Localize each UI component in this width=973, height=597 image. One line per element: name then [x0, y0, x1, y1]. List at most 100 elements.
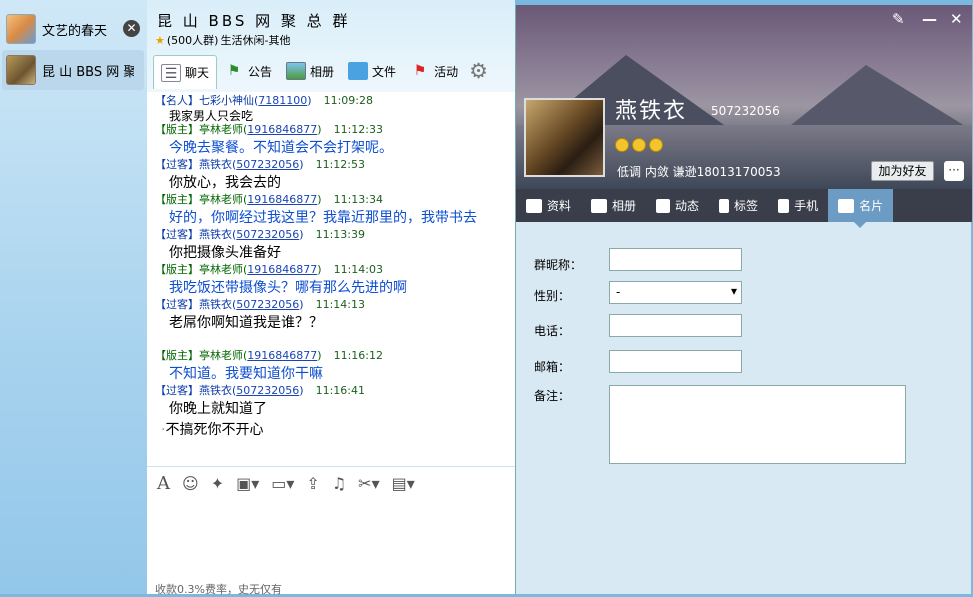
brush-icon[interactable]: ✎ — [892, 11, 905, 27]
list-item: 【过客】燕铁衣(507232056) 11:12:53 你放心，我会去的 — [155, 158, 515, 194]
scissors-icon[interactable]: ✂▾ — [358, 474, 379, 493]
folder-icon — [348, 62, 369, 80]
note-field[interactable] — [609, 385, 906, 464]
gender-select[interactable]: - — [609, 281, 742, 304]
sender-role: 【版主】 — [155, 349, 199, 362]
tab-tags[interactable]: 标签 — [709, 189, 768, 222]
sender-role: 【版主】 — [155, 193, 199, 206]
sender-id[interactable]: 1916846877 — [247, 193, 317, 206]
close-icon[interactable]: ✕ — [950, 11, 963, 27]
sender-name[interactable]: 亭林老师 — [199, 193, 243, 206]
tab-files[interactable]: 文件 — [341, 55, 403, 87]
message-header: 【名人】七彩小神仙(7181100) 11:09:28 — [155, 94, 373, 107]
add-friend-button[interactable]: 加为好友 — [871, 161, 934, 181]
tab-label: 公告 — [248, 64, 273, 79]
profile-panel: ✎ — ✕ 燕铁衣 507232056 低调 内敛 谦逊18013170053 … — [515, 5, 972, 594]
message-header: 【版主】亭林老师(1916846877) 11:14:03 — [155, 263, 383, 276]
tab-label: 标签 — [734, 199, 759, 213]
message-time: 11:13:34 — [333, 193, 383, 206]
list-item: 【版主】亭林老师(1916846877) 11:16:12 不知道。我要知道你干嘛 — [155, 349, 515, 385]
level-icons — [615, 138, 663, 152]
magic-icon[interactable]: ✦ — [211, 474, 224, 493]
sender-name[interactable]: 燕铁衣 — [199, 298, 232, 311]
close-icon[interactable]: ✕ — [123, 20, 140, 37]
card-icon — [838, 198, 855, 213]
minimize-icon[interactable]: — — [922, 11, 937, 27]
album-icon — [591, 198, 608, 213]
sender-id[interactable]: 507232056 — [236, 228, 299, 241]
sender-name[interactable]: 燕铁衣 — [199, 384, 232, 397]
message-header: 【过客】燕铁衣(507232056) 11:14:13 — [155, 298, 365, 311]
sender-id[interactable]: 507232056 — [236, 384, 299, 397]
sender-name[interactable]: 七彩小神仙 — [199, 94, 254, 107]
tab-chat[interactable]: ☰ 聊天 — [153, 55, 218, 89]
sender-id[interactable]: 1916846877 — [247, 263, 317, 276]
profile-tabs: 资料 相册 动态 标签 手机 名片 — [516, 189, 972, 228]
phone-field[interactable] — [609, 314, 742, 337]
message-header: 【版主】亭林老师(1916846877) 11:12:33 — [155, 123, 383, 136]
ad-text[interactable]: 收款0.3%费率，史无仅有 — [155, 581, 282, 597]
music-icon[interactable]: ♫ — [332, 474, 346, 493]
message-time: 11:09:28 — [323, 94, 373, 107]
compose-area[interactable]: A ☺ ✦ ▣▾ ▭▾ ⇪ ♫ ✂▾ ▤▾ 收款0.3%费率，史无仅有 — [147, 466, 515, 597]
group-title: 昆 山 BBS 网 聚 总 群 — [157, 12, 351, 30]
tab-announcement[interactable]: ⚑ 公告 — [217, 55, 279, 87]
sender-name[interactable]: 燕铁衣 — [199, 158, 232, 171]
chat-bubble-icon[interactable]: ··· — [944, 161, 964, 181]
group-chat-panel: 昆 山 BBS 网 聚 总 群 ★ (500人群) 生活休闲-其他 ☰ 聊天 ⚑… — [147, 0, 515, 597]
conversation-sidebar: 文艺的春天 ✕ 昆 山 BBS 网 聚 总 — [0, 0, 147, 594]
message-text: 不知道。我要知道你干嘛 — [169, 366, 323, 382]
message-header: 【过客】燕铁衣(507232056) 11:13:39 — [155, 228, 365, 241]
sender-id[interactable]: 507232056 — [236, 298, 299, 311]
gear-icon[interactable]: ⚙ — [469, 59, 488, 83]
tab-activity[interactable]: ⚑ 活动 — [403, 55, 465, 87]
font-icon[interactable]: A — [157, 473, 170, 494]
avatar — [6, 55, 36, 85]
conversation-item[interactable]: 文艺的春天 ✕ — [2, 9, 144, 49]
email-field[interactable] — [609, 350, 742, 373]
group-category: 生活休闲-其他 — [220, 34, 291, 47]
more-icon[interactable]: ▤▾ — [392, 474, 415, 493]
level-face-icon — [615, 138, 629, 152]
tab-feed[interactable]: 动态 — [646, 189, 709, 222]
group-subtitle: ★ (500人群) 生活休闲-其他 — [155, 32, 290, 48]
tab-phone[interactable]: 手机 — [768, 189, 828, 222]
list-item: 【过客】燕铁衣(507232056) 11:14:13 老屌你啊知道我是谁？？ — [155, 298, 515, 349]
emoji-icon[interactable]: ☺ — [182, 474, 199, 493]
group-tabs: ☰ 聊天 ⚑ 公告 相册 文件 ⚑ 活动 ⚙ — [153, 54, 488, 89]
sender-name[interactable]: 亭林老师 — [199, 263, 243, 276]
note-label: 备注： — [534, 389, 571, 403]
sender-id[interactable]: 1916846877 — [247, 123, 317, 136]
sender-name[interactable]: 亭林老师 — [199, 349, 243, 362]
sender-name[interactable]: 亭林老师 — [199, 123, 243, 136]
tab-album[interactable]: 相册 — [279, 55, 341, 87]
conversation-item[interactable]: 昆 山 BBS 网 聚 总 — [2, 50, 144, 90]
sender-id[interactable]: 1916846877 — [247, 349, 317, 362]
image-icon[interactable]: ▭▾ — [271, 474, 294, 493]
message-text: 我吃饭还带摄像头？哪有那么先进的啊 — [169, 280, 407, 296]
message-text: 今晚去聚餐。不知道会不会打架呢。 — [169, 140, 393, 156]
tab-label: 活动 — [434, 64, 459, 79]
gift-icon[interactable]: ▣▾ — [236, 474, 259, 493]
nickname-field[interactable] — [609, 248, 742, 271]
tab-label: 资料 — [547, 199, 572, 213]
sender-role: 【过客】 — [155, 228, 199, 241]
message-text: 老屌你啊知道我是谁？？ — [169, 315, 323, 331]
tab-info[interactable]: 资料 — [516, 189, 581, 222]
sender-id[interactable]: 507232056 — [236, 158, 299, 171]
tab-album[interactable]: 相册 — [581, 189, 646, 222]
sender-role: 【名人】 — [155, 94, 199, 107]
message-header: 【版主】亭林老师(1916846877) 11:16:12 — [155, 349, 383, 362]
announcement-icon: ⚑ — [227, 63, 241, 79]
sender-name[interactable]: 燕铁衣 — [199, 228, 232, 241]
message-time: 11:12:33 — [333, 123, 383, 136]
sender-role: 【版主】 — [155, 123, 199, 136]
tab-card[interactable]: 名片 — [828, 189, 894, 228]
profile-photo[interactable] — [524, 98, 605, 177]
group-header: 昆 山 BBS 网 聚 总 群 ★ (500人群) 生活休闲-其他 ☰ 聊天 ⚑… — [147, 0, 515, 92]
album-icon — [286, 62, 307, 80]
tab-label: 聊天 — [185, 66, 210, 80]
level-face-icon — [649, 138, 663, 152]
upload-icon[interactable]: ⇪ — [306, 474, 319, 493]
sender-id[interactable]: 7181100 — [258, 94, 307, 107]
